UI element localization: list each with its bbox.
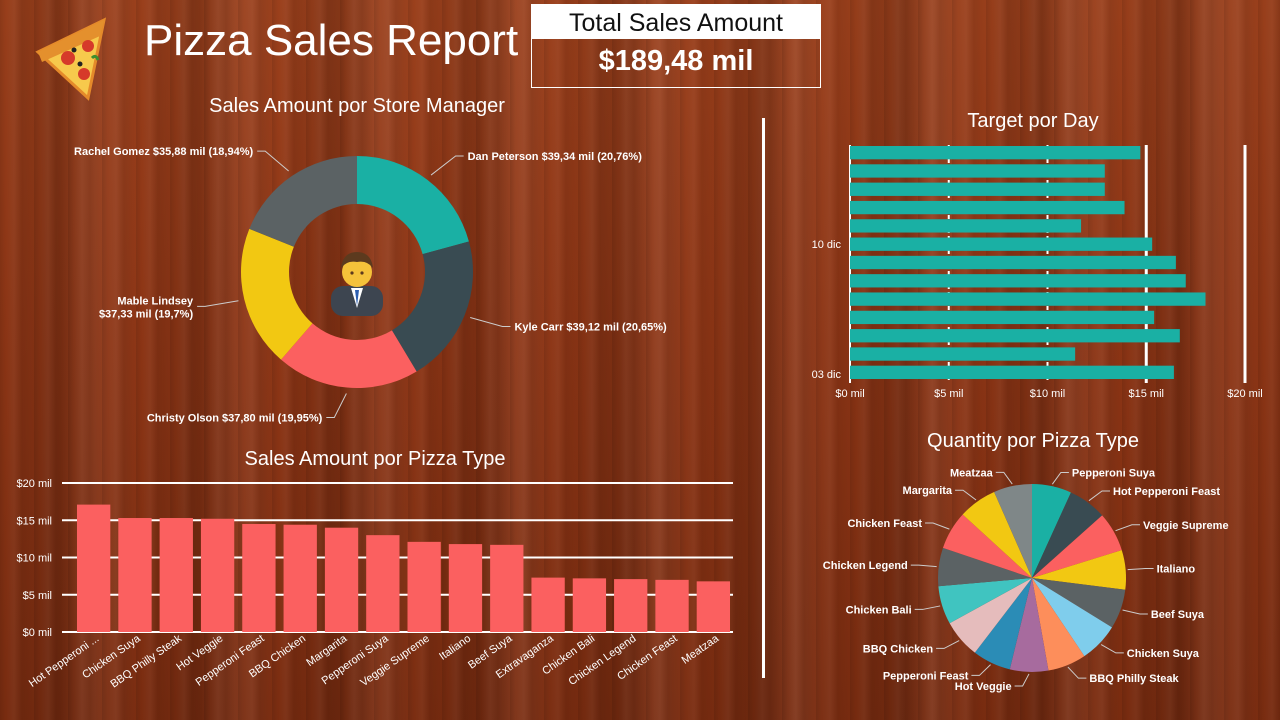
target-bar[interactable] bbox=[850, 164, 1105, 178]
qpie-slice-label: Pepperoni Suya bbox=[1072, 467, 1156, 479]
target-bar[interactable] bbox=[850, 182, 1105, 196]
target-bar[interactable] bbox=[850, 146, 1141, 160]
pizza-sales-bar[interactable] bbox=[77, 504, 111, 632]
qpie-slice-label: Italiano bbox=[1157, 564, 1196, 576]
manager-icon bbox=[331, 252, 383, 316]
qpie-slice-label: BBQ Chicken bbox=[863, 643, 934, 655]
pizza-sales-bar[interactable] bbox=[655, 579, 689, 632]
qpie-leader-line bbox=[1014, 673, 1030, 687]
sales-per-pizza-type-chart[interactable]: Sales Amount por Pizza Type $0 mil $5 mil… bbox=[17, 448, 733, 691]
donut-slice-label: Dan Peterson $39,34 mil (20,76%) bbox=[468, 151, 643, 163]
donut-slice-label: Rachel Gomez $35,88 mil (18,94%) bbox=[74, 146, 253, 158]
qpie-leader-line bbox=[995, 471, 1013, 485]
donut-leader-line bbox=[257, 150, 289, 172]
qpie-leader-line bbox=[1100, 644, 1124, 654]
target-bar[interactable] bbox=[850, 347, 1076, 361]
store-manager-donut-chart[interactable]: Sales Amount por Store Manager Dan Peter… bbox=[74, 95, 667, 424]
qpie-leader-line bbox=[1115, 524, 1140, 532]
qpie-slice-label: Hot Pepperoni Feast bbox=[1113, 486, 1220, 498]
x-tick-label: BBQ Philly Steak bbox=[109, 632, 185, 690]
donut-slice[interactable] bbox=[249, 156, 357, 247]
charts-canvas: Sales Amount por Store Manager Dan Peter… bbox=[17, 95, 1263, 693]
donut-leader-line bbox=[430, 155, 464, 176]
pizza-sales-bar[interactable] bbox=[490, 544, 524, 632]
qpie-slice-label: Hot Veggie bbox=[955, 681, 1012, 693]
x-tick-label: $5 mil bbox=[934, 388, 963, 400]
donut-title: Sales Amount por Store Manager bbox=[209, 95, 505, 117]
qpie-slice-label: Beef Suya bbox=[1151, 609, 1205, 621]
qpie-leader-line bbox=[914, 605, 941, 610]
x-tick-label: Pepperoni Feast bbox=[194, 633, 267, 689]
target-per-day-chart[interactable]: Target por Day $0 mil $5 mil $10 mil $15 mi… bbox=[812, 110, 1263, 400]
qpie-slice-label: Pepperoni Feast bbox=[883, 670, 969, 682]
y-tick-label: $20 mil bbox=[17, 478, 52, 490]
target-bar[interactable] bbox=[850, 292, 1206, 306]
donut-slice-label: Kyle Carr $39,12 mil (20,65%) bbox=[514, 321, 667, 333]
x-tick-label: $10 mil bbox=[1030, 388, 1065, 400]
qpie-slice-label: Chicken Legend bbox=[823, 560, 908, 572]
donut-leader-line bbox=[470, 317, 511, 327]
x-tick-label: $15 mil bbox=[1129, 388, 1164, 400]
pizzabar-title: Sales Amount por Pizza Type bbox=[245, 448, 506, 470]
x-tick-label: Hot Pepperoni ... bbox=[27, 633, 102, 690]
qpie-leader-line bbox=[910, 564, 937, 568]
qpie-leader-line bbox=[1051, 471, 1069, 485]
qpie-leader-line bbox=[1127, 568, 1154, 571]
pizza-sales-bar[interactable] bbox=[531, 577, 565, 632]
target-bar[interactable] bbox=[850, 219, 1082, 233]
pizza-sales-bar[interactable] bbox=[696, 581, 730, 632]
qpie-leader-line bbox=[1067, 666, 1087, 679]
qpie-leader-line bbox=[936, 640, 960, 649]
qpie-leader-line bbox=[1122, 609, 1148, 615]
pizza-sales-bar[interactable] bbox=[407, 541, 441, 632]
target-bar[interactable] bbox=[850, 365, 1174, 379]
qpie-slice-label: Chicken Bali bbox=[846, 604, 912, 616]
pizza-sales-bar[interactable] bbox=[118, 518, 152, 632]
donut-slice-label: Christy Olson $37,80 mil (19,95%) bbox=[147, 412, 323, 424]
y-tick-label: $10 mil bbox=[17, 553, 52, 565]
x-tick-label: $20 mil bbox=[1227, 388, 1262, 400]
pizza-sales-bar[interactable] bbox=[448, 544, 483, 632]
target-bar[interactable] bbox=[850, 274, 1186, 288]
qpie-slice-label: Chicken Suya bbox=[1127, 648, 1200, 660]
qpie-slice-label: BBQ Philly Steak bbox=[1089, 673, 1179, 685]
qpie-slice-label: Chicken Feast bbox=[847, 518, 922, 530]
pizza-sales-bar[interactable] bbox=[366, 535, 400, 632]
pizza-sales-bar[interactable] bbox=[200, 518, 235, 632]
target-bar[interactable] bbox=[850, 200, 1125, 215]
y-tick-label: $5 mil bbox=[23, 590, 52, 602]
pizza-sales-bar[interactable] bbox=[242, 523, 276, 632]
y-tick-label: $0 mil bbox=[23, 627, 52, 639]
target-bar[interactable] bbox=[850, 255, 1176, 270]
pizza-sales-bar[interactable] bbox=[283, 524, 317, 632]
x-tick-label: Italiano bbox=[437, 633, 473, 663]
y-tick-label: 10 dic bbox=[812, 239, 842, 251]
qpie-leader-line bbox=[955, 489, 977, 501]
donut-leader-line bbox=[326, 393, 347, 418]
pizza-sales-bar[interactable] bbox=[572, 578, 607, 632]
x-tick-label: Meatzaa bbox=[680, 632, 722, 667]
donut-slice-label: Mable Lindsey $37,33 mil (19,7%) bbox=[99, 295, 194, 320]
pizza-sales-bar[interactable] bbox=[324, 527, 359, 632]
qpie-leader-line bbox=[971, 664, 991, 676]
y-tick-label: $15 mil bbox=[17, 515, 52, 527]
donut-leader-line bbox=[197, 300, 239, 307]
qpie-slice-label: Meatzaa bbox=[950, 467, 994, 479]
target-bar[interactable] bbox=[850, 237, 1153, 251]
x-tick-label: $0 mil bbox=[835, 388, 864, 400]
qpie-slice-label: Veggie Supreme bbox=[1143, 520, 1229, 532]
y-tick-label: 03 dic bbox=[812, 369, 842, 381]
pizza-sales-bar[interactable] bbox=[614, 579, 648, 632]
quantity-per-pizza-type-chart[interactable]: Quantity por Pizza Type Pepperoni Suya Ho… bbox=[823, 430, 1229, 693]
target-bar[interactable] bbox=[850, 329, 1180, 343]
target-title: Target por Day bbox=[967, 110, 1098, 132]
donut-slice[interactable] bbox=[357, 156, 469, 255]
qpie-leader-line bbox=[1088, 490, 1111, 502]
qpie-title: Quantity por Pizza Type bbox=[927, 430, 1139, 452]
target-bar[interactable] bbox=[850, 310, 1155, 325]
x-tick-label: Veggie Supreme bbox=[358, 633, 432, 689]
qpie-leader-line bbox=[925, 522, 950, 530]
pizza-sales-bar[interactable] bbox=[159, 518, 193, 632]
qpie-slice-label: Margarita bbox=[903, 485, 953, 497]
